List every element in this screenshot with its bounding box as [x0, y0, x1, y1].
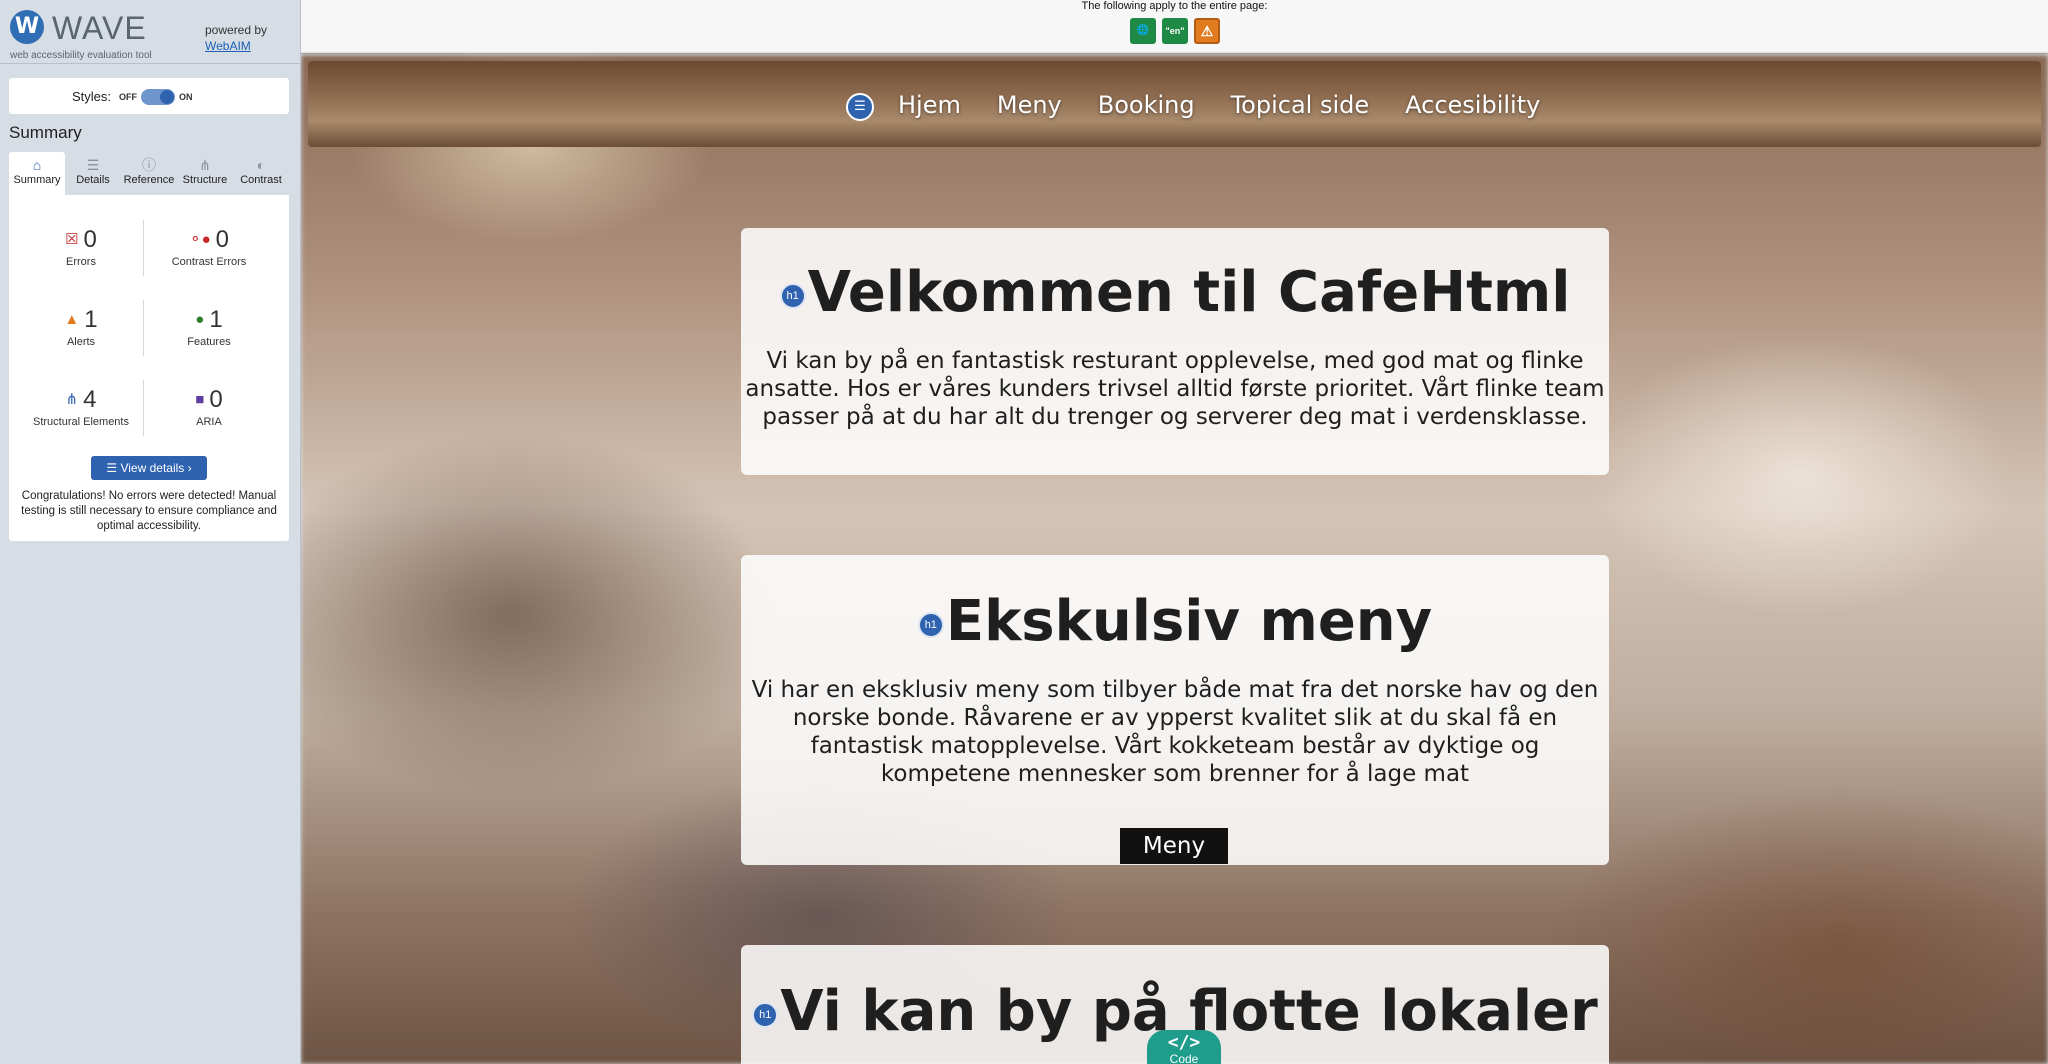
tab-label: Structure: [182, 174, 228, 186]
nav-link-booking[interactable]: Booking: [1098, 91, 1195, 119]
structural-label: Structural Elements: [33, 416, 129, 428]
welcome-text: Vi kan by på en fantastisk resturant opp…: [745, 348, 1605, 430]
lang-en-icon[interactable]: "en": [1162, 18, 1188, 44]
page-viewport: The following apply to the entire page: …: [301, 0, 2048, 1064]
alerts-label: Alerts: [66, 336, 96, 348]
aria-label: ARIA: [196, 416, 222, 428]
nav-link-hjem[interactable]: Hjem: [898, 91, 961, 119]
stat-errors[interactable]: ☒ 0 Errors: [17, 226, 145, 268]
welcome-heading: h1 Velkommen til CafeHtml: [741, 260, 1609, 325]
tab-contrast[interactable]: ◐ Contrast: [233, 152, 289, 195]
powered-by: powered by WebAIM: [205, 22, 267, 54]
list-icon: ☰: [106, 461, 121, 475]
stat-alerts[interactable]: ▲ 1 Alerts: [17, 306, 145, 348]
contrast-error-icon: ⚬●: [189, 231, 211, 248]
contrast-errors-label: Contrast Errors: [171, 256, 247, 268]
features-count: 1: [209, 306, 223, 333]
stat-divider: [143, 300, 144, 356]
wave-sidebar: W WAVE web accessibility evaluation tool…: [0, 0, 301, 1064]
contrast-errors-count: 0: [215, 226, 229, 253]
structure-icon: ⋔: [199, 157, 211, 173]
menu-text: Vi har en eksklusiv meny som tilbyer båd…: [751, 677, 1599, 787]
page-level-bar: The following apply to the entire page: …: [301, 0, 2048, 54]
home-icon: ⌂: [32, 157, 42, 173]
stat-aria[interactable]: ■ 0 ARIA: [145, 386, 273, 428]
code-label: Code: [1169, 1052, 1199, 1064]
wave-header: W WAVE web accessibility evaluation tool…: [0, 0, 300, 64]
view-details-button[interactable]: ☰ View details ›: [91, 456, 207, 480]
aria-count: 0: [209, 386, 223, 413]
powered-by-label: powered by: [205, 23, 268, 37]
tab-label: Details: [76, 174, 110, 186]
h1-badge-icon[interactable]: h1: [917, 611, 944, 638]
stat-features[interactable]: ● 1 Features: [145, 306, 273, 348]
list-icon[interactable]: ☰: [846, 93, 874, 121]
styles-label: Styles:: [72, 89, 112, 104]
stat-divider: [143, 220, 144, 276]
page-level-icons: 🌐 "en" ⚠: [1130, 18, 1220, 44]
alert-icon[interactable]: ⚠: [1194, 18, 1220, 44]
stat-divider: [143, 380, 144, 436]
alerts-count: 1: [84, 306, 98, 333]
menu-card: h1 Ekskulsiv meny Vi har en eksklusiv men…: [741, 555, 1609, 865]
webaim-link[interactable]: WebAIM: [205, 38, 267, 54]
styles-on-label: ON: [179, 92, 193, 102]
tab-structure[interactable]: ⋔ Structure: [177, 152, 233, 195]
wave-subtitle: web accessibility evaluation tool: [10, 50, 152, 61]
error-icon: ☒: [65, 231, 79, 248]
errors-count: 0: [83, 226, 97, 253]
list-icon: ☰: [86, 157, 100, 173]
alert-icon: ▲: [64, 311, 80, 328]
welcome-card: h1 Velkommen til CafeHtml Vi kan by på en…: [741, 228, 1609, 475]
toggle-knob: [160, 90, 174, 104]
aria-icon: ■: [195, 391, 205, 408]
summary-panel: ⌂ Summary ☰ Details ⓘ Reference ⋔ Struct…: [9, 152, 289, 541]
site-navbar: ☰ Hjem Meny Booking Topical side Accesib…: [308, 61, 2041, 147]
code-icon: </>: [1167, 1032, 1201, 1053]
tab-summary[interactable]: ⌂ Summary: [9, 152, 65, 195]
h1-badge-icon[interactable]: h1: [752, 1001, 779, 1028]
nav-links: Hjem Meny Booking Topical side Accesibil…: [898, 91, 1540, 119]
menu-title: Ekskulsiv meny: [945, 589, 1433, 654]
wave-logo-text: WAVE: [52, 10, 147, 46]
feature-icon: ●: [195, 311, 205, 328]
nav-link-meny[interactable]: Meny: [997, 91, 1062, 119]
h1-badge-icon[interactable]: h1: [779, 282, 806, 309]
page-level-text: The following apply to the entire page:: [1081, 0, 1268, 12]
menu-heading: h1 Ekskulsiv meny: [741, 589, 1609, 654]
tab-label: Contrast: [240, 174, 282, 186]
code-toggle-button[interactable]: </> Code: [1147, 1030, 1221, 1064]
congrats-message: Congratulations! No errors were detected…: [21, 490, 277, 532]
meny-button[interactable]: Meny: [1120, 828, 1228, 864]
nav-link-accessibility[interactable]: Accesibility: [1405, 91, 1540, 119]
summary-title: Summary: [9, 123, 82, 142]
structural-count: 4: [83, 386, 97, 413]
features-label: Features: [187, 336, 231, 348]
view-details-label: View details ›: [120, 461, 192, 475]
structure-icon: ⋔: [65, 391, 79, 408]
styles-toggle-box: Styles: OFF ON: [9, 78, 289, 114]
wave-logo-icon: W: [10, 10, 44, 44]
tab-label: Summary: [13, 174, 61, 186]
contrast-icon: ◐: [256, 157, 266, 173]
wave-tabs: ⌂ Summary ☰ Details ⓘ Reference ⋔ Struct…: [9, 152, 289, 195]
tab-label: Reference: [123, 174, 175, 186]
styles-toggle[interactable]: [141, 89, 175, 105]
stat-structural[interactable]: ⋔ 4 Structural Elements: [17, 386, 145, 428]
tab-details[interactable]: ☰ Details: [65, 152, 121, 195]
nav-link-topical[interactable]: Topical side: [1231, 91, 1370, 119]
stat-contrast-errors[interactable]: ⚬● 0 Contrast Errors: [145, 226, 273, 268]
styles-off-label: OFF: [119, 92, 137, 102]
errors-label: Errors: [66, 256, 96, 268]
welcome-title: Velkommen til CafeHtml: [807, 260, 1571, 325]
language-icon[interactable]: 🌐: [1130, 18, 1156, 44]
tab-reference[interactable]: ⓘ Reference: [121, 152, 177, 195]
info-icon: ⓘ: [142, 157, 156, 173]
